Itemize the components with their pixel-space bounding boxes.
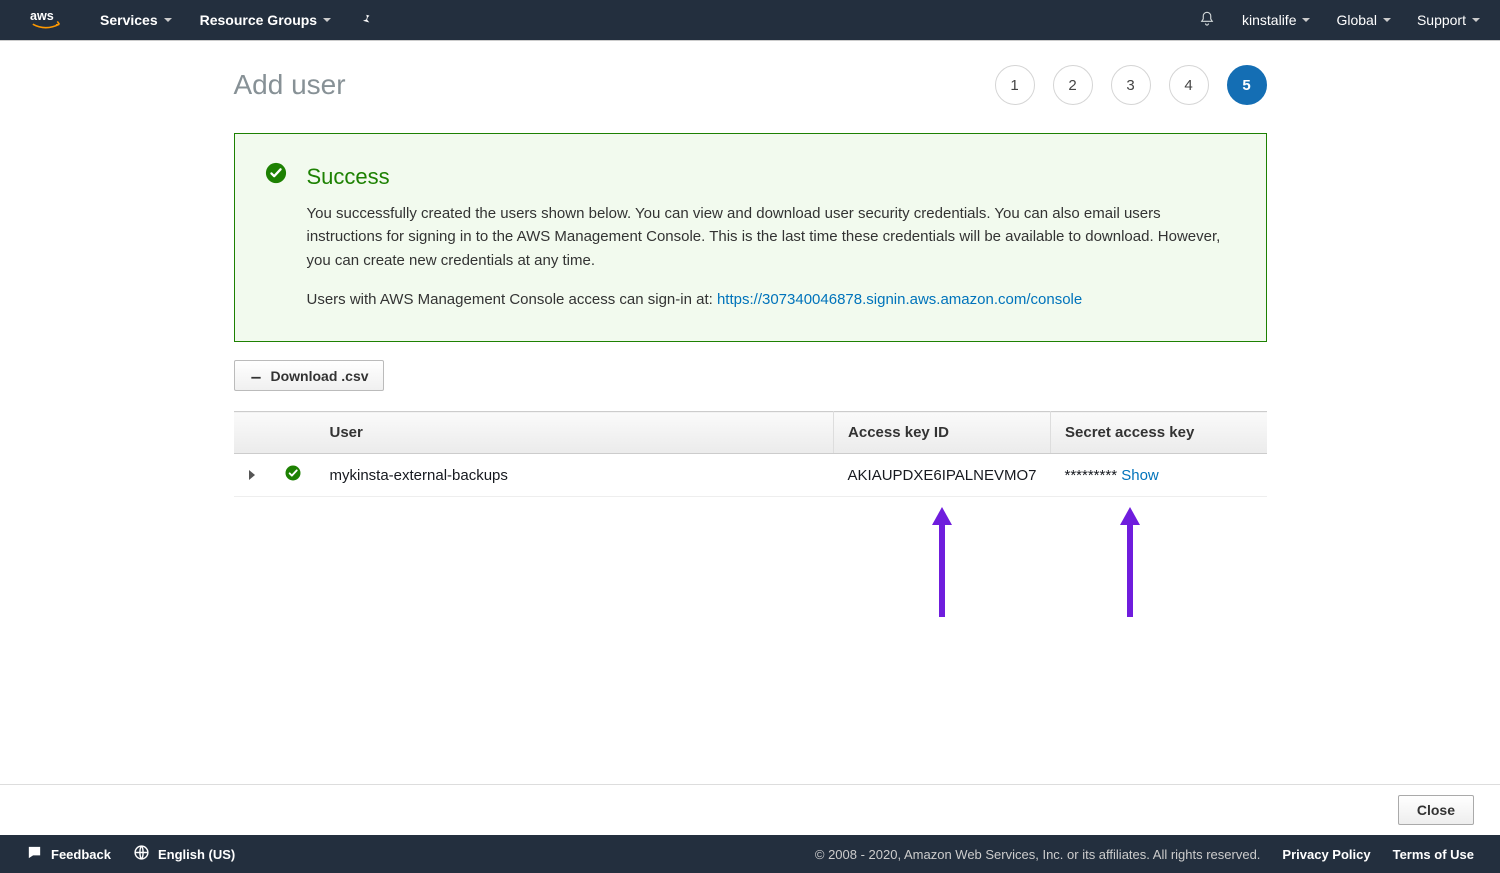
wizard-step-5: 5 xyxy=(1227,65,1267,105)
feedback-label: Feedback xyxy=(51,847,111,862)
nav-services[interactable]: Services xyxy=(100,12,172,28)
top-nav: aws Services Resource Groups kinstalife … xyxy=(0,0,1500,41)
chat-icon xyxy=(26,844,43,864)
status-success-icon xyxy=(284,464,302,482)
nav-resource-groups-label: Resource Groups xyxy=(200,12,317,28)
alert-signin-prefix: Users with AWS Management Console access… xyxy=(307,291,717,308)
svg-text:aws: aws xyxy=(30,9,54,23)
download-csv-button[interactable]: Download .csv xyxy=(234,360,384,391)
table-header-access-key-id: Access key ID xyxy=(834,412,1051,454)
aws-logo-icon: aws xyxy=(30,7,72,33)
users-table: User Access key ID Secret access key myk… xyxy=(234,411,1267,497)
row-expand-toggle[interactable] xyxy=(234,454,270,497)
row-user: mykinsta-external-backups xyxy=(316,454,834,497)
chevron-down-icon xyxy=(164,18,172,22)
table-row: mykinsta-external-backups AKIAUPDXE6IPAL… xyxy=(234,454,1267,497)
nav-account-label: kinstalife xyxy=(1242,12,1296,28)
privacy-policy-link[interactable]: Privacy Policy xyxy=(1282,847,1370,862)
footer-right: © 2008 - 2020, Amazon Web Services, Inc.… xyxy=(815,847,1474,862)
arrow-up-icon xyxy=(1118,507,1142,617)
page-title: Add user xyxy=(234,69,346,101)
language-label: English (US) xyxy=(158,847,235,862)
wizard-steps: 1 2 3 4 5 xyxy=(995,65,1267,105)
nav-services-label: Services xyxy=(100,12,158,28)
alert-title: Success xyxy=(307,160,1236,194)
row-secret: ********* Show xyxy=(1051,454,1267,497)
row-status xyxy=(270,454,316,497)
wizard-step-2[interactable]: 2 xyxy=(1053,65,1093,105)
top-nav-right: kinstalife Global Support xyxy=(1198,10,1480,31)
row-access-key-id: AKIAUPDXE6IPALNEVMO7 xyxy=(834,454,1051,497)
footer-left: Feedback English (US) xyxy=(26,844,235,864)
alert-body-2: Users with AWS Management Console access… xyxy=(307,288,1236,311)
chevron-down-icon xyxy=(323,18,331,22)
aws-logo[interactable]: aws xyxy=(30,7,72,33)
success-check-icon xyxy=(265,162,287,184)
download-csv-label: Download .csv xyxy=(271,368,369,384)
nav-resource-groups[interactable]: Resource Groups xyxy=(200,12,331,28)
chevron-down-icon xyxy=(1302,18,1310,22)
nav-account[interactable]: kinstalife xyxy=(1242,12,1310,28)
table-header-expand xyxy=(234,412,270,454)
wizard-step-1[interactable]: 1 xyxy=(995,65,1035,105)
wizard-step-3[interactable]: 3 xyxy=(1111,65,1151,105)
alert-body-1: You successfully created the users shown… xyxy=(307,202,1236,272)
pin-icon[interactable] xyxy=(359,12,373,29)
copyright-text: © 2008 - 2020, Amazon Web Services, Inc.… xyxy=(815,847,1261,862)
globe-icon xyxy=(133,844,150,864)
table-header-user: User xyxy=(316,412,834,454)
row-secret-masked: ********* xyxy=(1065,467,1118,484)
arrow-up-icon xyxy=(930,507,954,617)
nav-region[interactable]: Global xyxy=(1336,12,1390,28)
caret-right-icon xyxy=(249,470,255,480)
notifications-icon[interactable] xyxy=(1198,10,1216,31)
nav-support[interactable]: Support xyxy=(1417,12,1480,28)
annotation-arrows xyxy=(234,507,1267,637)
action-bar: Close xyxy=(0,784,1500,835)
nav-support-label: Support xyxy=(1417,12,1466,28)
success-alert: Success You successfully created the use… xyxy=(234,133,1267,342)
language-selector[interactable]: English (US) xyxy=(133,844,235,864)
table-header-secret: Secret access key xyxy=(1051,412,1267,454)
close-button[interactable]: Close xyxy=(1398,795,1474,825)
chevron-down-icon xyxy=(1383,18,1391,22)
footer: Feedback English (US) © 2008 - 2020, Ama… xyxy=(0,835,1500,873)
table-header-status xyxy=(270,412,316,454)
download-icon xyxy=(249,367,263,384)
chevron-down-icon xyxy=(1472,18,1480,22)
main-content: Add user 1 2 3 4 5 Success You successfu… xyxy=(234,41,1267,757)
top-nav-left: aws Services Resource Groups xyxy=(30,7,373,33)
nav-region-label: Global xyxy=(1336,12,1376,28)
page-header: Add user 1 2 3 4 5 xyxy=(234,65,1267,105)
signin-url-link[interactable]: https://307340046878.signin.aws.amazon.c… xyxy=(717,291,1082,308)
terms-of-use-link[interactable]: Terms of Use xyxy=(1393,847,1474,862)
feedback-link[interactable]: Feedback xyxy=(26,844,111,864)
show-secret-link[interactable]: Show xyxy=(1121,467,1159,484)
wizard-step-4[interactable]: 4 xyxy=(1169,65,1209,105)
